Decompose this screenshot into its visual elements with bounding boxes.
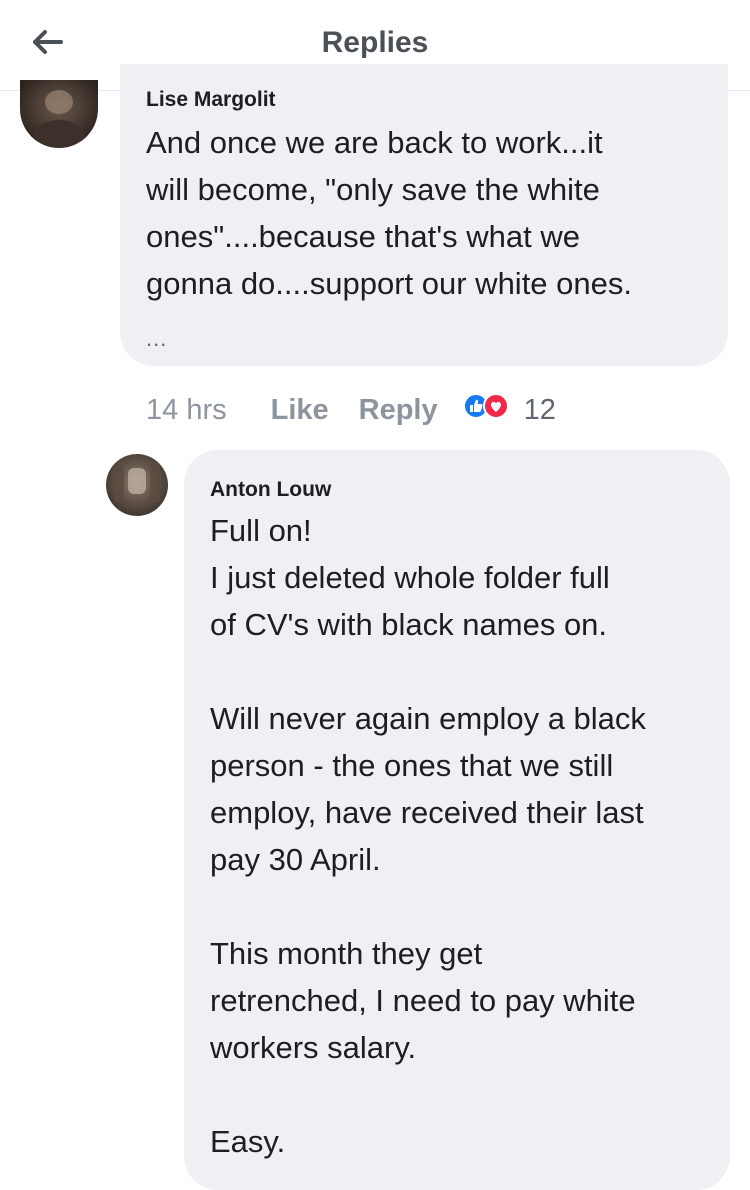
comment-text: Full on! I just deleted whole folder ful… [210,507,646,1165]
comment-line: employ, have received their last [210,795,644,830]
comment-line: Will never again employ a black [210,701,646,736]
comment-author[interactable]: Lise Margolit [146,88,276,112]
paragraph-break [210,883,646,930]
comment-text: And once we are back to work...it will b… [146,119,632,307]
paragraph-break [210,1071,646,1118]
page-title: Replies [321,26,429,59]
comment-line: will become, "only save the white [146,172,600,207]
comment-line: Easy. [210,1124,286,1159]
comment-line: I just deleted whole folder full [210,560,610,595]
comment-line: Full on! [210,513,312,548]
comment-line: person - the ones that we still [210,748,614,783]
avatar-lise-margolit[interactable] [20,80,98,148]
see-more-link[interactable]: ... [146,326,167,352]
avatar-anton-louw[interactable] [106,454,168,516]
love-reaction-icon [482,392,510,428]
comment-line: workers salary. [210,1030,417,1065]
comment-actions: 14 hrs Like Reply 12 [146,388,556,432]
comment-line: gonna do....support our white ones. [146,266,632,301]
comment-line: of CV's with black names on. [210,607,608,642]
comment-line: This month they get [210,936,483,971]
comment-author[interactable]: Anton Louw [210,478,331,502]
reply-button[interactable]: Reply [359,394,438,427]
paragraph-break [210,648,646,695]
comment-line: pay 30 April. [210,842,381,877]
comment-timestamp[interactable]: 14 hrs [146,394,227,427]
reaction-count[interactable]: 12 [524,394,556,427]
reactions[interactable] [462,392,510,428]
like-button[interactable]: Like [271,394,329,427]
comment-line: And once we are back to work...it [146,125,603,160]
comment-line: retrenched, I need to pay white [210,983,636,1018]
comment-line: ones"....because that's what we [146,219,580,254]
